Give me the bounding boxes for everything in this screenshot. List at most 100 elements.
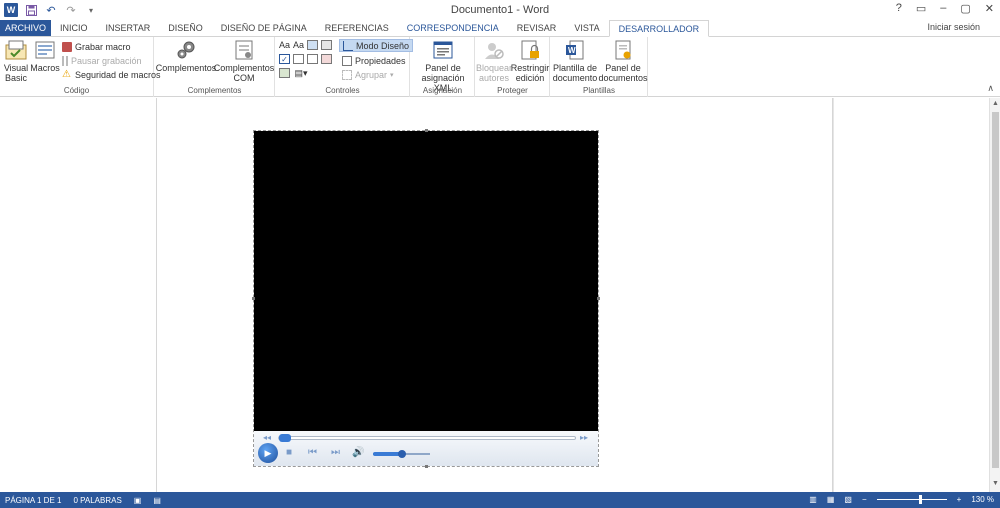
agrupar-dropdown-icon: ▾: [390, 71, 394, 79]
page-count[interactable]: PÁGINA 1 DE 1: [5, 496, 61, 505]
resize-handle-right[interactable]: [597, 297, 600, 300]
panel-documentos-button[interactable]: Panel de documentos: [598, 39, 648, 83]
word-count[interactable]: 0 PALABRAS: [73, 496, 121, 505]
group-codigo: Visual Basic Macros Grabar macro Pausar …: [0, 37, 161, 97]
group-label-plantillas: Plantillas: [582, 86, 615, 95]
read-mode-icon[interactable]: ▥: [809, 495, 817, 504]
scroll-down-icon[interactable]: ▼: [991, 480, 1000, 490]
ribbon-tabs: ARCHIVO INICIO INSERTAR DISEÑO DISEÑO DE…: [0, 20, 1000, 37]
collapse-ribbon-icon[interactable]: ∧: [987, 83, 994, 94]
rich-text-control-icon[interactable]: Aa: [279, 40, 290, 50]
tab-inicio[interactable]: INICIO: [51, 20, 97, 36]
propiedades-button[interactable]: Propiedades: [342, 54, 406, 67]
status-left: PÁGINA 1 DE 1 0 PALABRAS ▣ ▤: [5, 496, 161, 505]
scroll-up-icon[interactable]: ▲: [991, 100, 1000, 110]
tab-diseno-pagina[interactable]: DISEÑO DE PÁGINA: [212, 20, 316, 36]
zoom-slider[interactable]: [876, 495, 947, 504]
zoom-out-button[interactable]: −: [862, 495, 867, 504]
media-player-control[interactable]: ◂◂ ▸▸ ▶ ■ ⏮ ⏭ 🔊: [252, 129, 600, 468]
com-addins-icon: [232, 39, 256, 61]
volume-knob[interactable]: [397, 450, 406, 458]
seguridad-macros-button[interactable]: ⚠ Seguridad de macros: [62, 68, 161, 81]
checkbox-control-icon[interactable]: ✓: [279, 54, 290, 64]
repeating-section-control-icon[interactable]: [279, 68, 290, 78]
tab-desarrollador[interactable]: DESARROLLADOR: [608, 20, 710, 37]
warning-icon: ⚠: [62, 68, 71, 80]
zoom-level[interactable]: 130 %: [971, 495, 994, 504]
restringir-edicion-label: Restringir edición: [510, 63, 550, 83]
vertical-scrollbar[interactable]: ▲ ▼: [989, 98, 1000, 492]
proofing-icon[interactable]: ▣: [134, 496, 142, 505]
pausar-grabacion-button[interactable]: Pausar grabación: [62, 54, 142, 67]
tab-referencias[interactable]: REFERENCIAS: [316, 20, 398, 36]
tab-insertar[interactable]: INSERTAR: [97, 20, 160, 36]
volume-slider[interactable]: [373, 450, 430, 458]
building-block-control-icon[interactable]: [321, 40, 332, 50]
panel-xml-button[interactable]: Panel de asignación XML: [413, 39, 473, 93]
grabar-macro-button[interactable]: Grabar macro: [62, 40, 131, 53]
resize-handle-bottom[interactable]: [425, 465, 428, 468]
tab-revisar[interactable]: REVISAR: [508, 20, 566, 36]
tab-correspondencia[interactable]: CORRESPONDENCIA: [398, 20, 508, 36]
seek-bar[interactable]: [278, 434, 576, 442]
close-icon[interactable]: ✕: [985, 2, 994, 15]
minimize-icon[interactable]: –: [940, 2, 946, 15]
visual-basic-button[interactable]: Visual Basic: [3, 39, 29, 83]
right-margin: [834, 98, 989, 492]
video-display: [254, 131, 598, 431]
resize-handle-left[interactable]: [252, 297, 255, 300]
title-bar: W ↶ ↷ ▾ Documento1 - Word ? ▭ – ▢ ✕: [0, 0, 1000, 20]
tab-diseno[interactable]: DISEÑO: [159, 20, 212, 36]
zoom-in-button[interactable]: +: [957, 495, 962, 504]
zoom-knob[interactable]: [918, 495, 922, 504]
sign-in-link[interactable]: Iniciar sesión: [927, 22, 980, 32]
print-layout-icon[interactable]: ▦: [827, 495, 835, 504]
design-mode-icon: [343, 40, 353, 51]
combo-box-control-icon[interactable]: [293, 54, 304, 64]
ribbon-options-icon[interactable]: ▭: [916, 2, 926, 15]
agrupar-button[interactable]: Agrupar ▾: [342, 68, 394, 81]
scroll-thumb[interactable]: [992, 112, 999, 468]
restrict-editing-icon: [518, 39, 542, 61]
macros-button[interactable]: Macros: [30, 39, 60, 73]
bloquear-autores-label: Bloquear autores: [475, 63, 513, 83]
group-complementos: Código Complementos Complementos COM Com…: [155, 37, 275, 97]
macro-recording-icon[interactable]: ▤: [153, 496, 161, 505]
help-icon[interactable]: ?: [896, 2, 902, 15]
group-label-proteger: Proteger: [497, 86, 528, 95]
seek-back-icon[interactable]: ◂◂: [263, 433, 271, 442]
pause-icon: [62, 55, 68, 66]
group-label-controles: Controles: [325, 86, 360, 95]
seek-thumb[interactable]: [279, 434, 291, 442]
resize-handle-top[interactable]: [425, 129, 428, 132]
modo-diseno-button[interactable]: Modo Diseño: [339, 39, 414, 52]
restringir-edicion-button[interactable]: Restringir edición: [510, 39, 550, 83]
dropdown-control-icon[interactable]: [307, 54, 318, 64]
group-label-asignacion: Asignación: [422, 86, 463, 95]
bloquear-autores-button[interactable]: Bloquear autores: [475, 39, 513, 83]
web-layout-icon[interactable]: ▧: [844, 495, 852, 504]
plain-text-control-icon[interactable]: Aa: [293, 40, 304, 50]
volume-icon[interactable]: 🔊: [352, 447, 364, 458]
picture-control-icon[interactable]: [307, 40, 318, 50]
play-icon[interactable]: ▶: [258, 443, 278, 463]
legacy-tools-icon[interactable]: ▤▾: [293, 68, 309, 78]
seek-forward-icon[interactable]: ▸▸: [580, 433, 588, 442]
tab-archivo[interactable]: ARCHIVO: [0, 20, 52, 36]
svg-text:W: W: [568, 46, 576, 55]
maximize-icon[interactable]: ▢: [960, 2, 970, 15]
window-controls: ? ▭ – ▢ ✕: [896, 2, 994, 15]
macros-icon: [33, 39, 57, 61]
plantilla-documento-button[interactable]: W Plantilla de documento: [552, 39, 598, 83]
complementos-button[interactable]: Código Complementos: [156, 39, 216, 73]
previous-icon[interactable]: ⏮: [308, 447, 317, 458]
agrupar-label: Agrupar: [355, 69, 388, 80]
window-title: Documento1 - Word: [450, 4, 550, 16]
propiedades-label: Propiedades: [355, 55, 406, 66]
date-picker-control-icon[interactable]: [321, 54, 332, 64]
tab-vista[interactable]: VISTA: [565, 20, 608, 36]
next-icon[interactable]: ⏭: [331, 447, 340, 458]
complementos-com-label: Complementos COM: [213, 63, 275, 83]
stop-icon[interactable]: ■: [286, 447, 292, 458]
complementos-com-button[interactable]: Complementos COM: [213, 39, 275, 83]
